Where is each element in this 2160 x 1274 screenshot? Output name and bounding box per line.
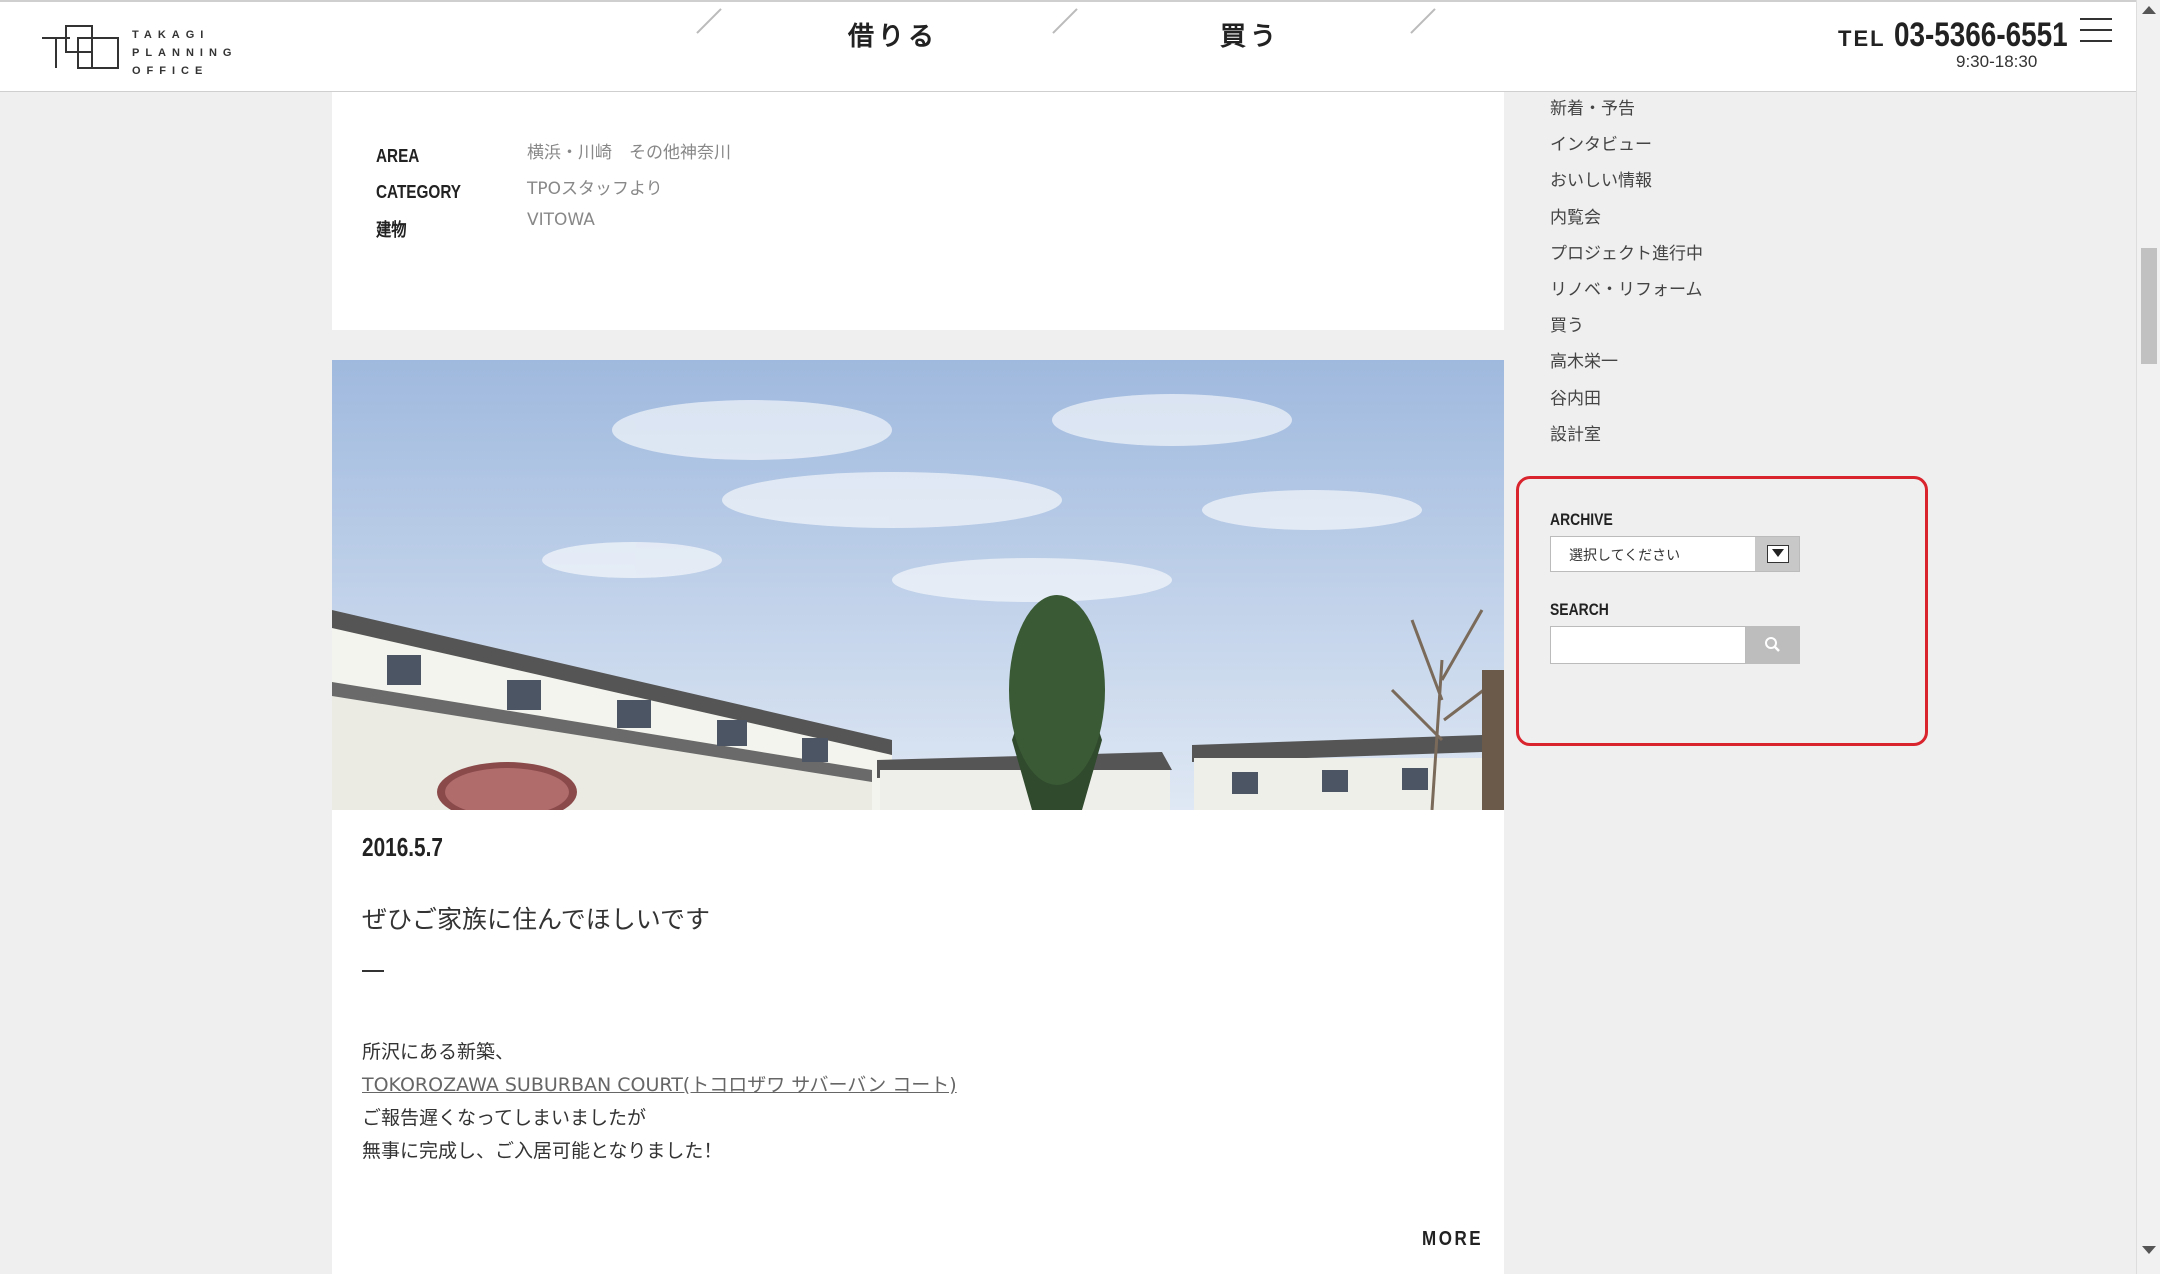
category-item[interactable]: 高木栄一 — [1550, 349, 1703, 385]
excerpt-line: 所沢にある新築、 — [362, 1041, 515, 1063]
category-item[interactable]: インタビュー — [1550, 132, 1703, 168]
nav-rent[interactable]: 借りる — [848, 16, 938, 53]
nav-divider — [1410, 8, 1436, 34]
archive-select[interactable]: 選択してください — [1550, 536, 1800, 572]
category-item[interactable]: リノベ・リフォーム — [1550, 277, 1703, 313]
title-divider — [362, 970, 384, 972]
more-link[interactable]: MORE — [1422, 1228, 1483, 1251]
tel-label: TEL — [1838, 26, 1886, 51]
category-label: CATEGORY — [376, 182, 462, 202]
nav-divider — [1052, 8, 1078, 34]
category-item[interactable]: おいしい情報 — [1550, 168, 1703, 204]
page-scrollbar[interactable] — [2136, 0, 2160, 1274]
category-item[interactable]: 設計室 — [1550, 422, 1703, 458]
property-link[interactable]: TOKOROZAWA SUBURBAN COURT(トコロザワ サバーバン コー… — [362, 1074, 957, 1096]
scroll-thumb[interactable] — [2141, 248, 2157, 364]
previous-post-card: AREA 横浜・川崎 その他神奈川 CATEGORY TPOスタッフより 建物 … — [332, 92, 1504, 330]
logo-line-1: TAKAGI — [132, 29, 210, 41]
search-label: SEARCH — [1550, 600, 1609, 619]
post-photo-illustration — [332, 360, 1504, 810]
archive-selected-value: 選択してください — [1569, 548, 1681, 564]
tel-hours: 9:30-18:30 — [1956, 52, 2038, 71]
category-value[interactable]: TPOスタッフより — [527, 174, 663, 199]
category-item[interactable]: 谷内田 — [1550, 386, 1703, 422]
category-item[interactable]: 新着・予告 — [1550, 96, 1703, 132]
search-input[interactable] — [1550, 626, 1746, 664]
site-logo[interactable]: TAKAGI PLANNING OFFICE — [40, 22, 231, 80]
post-image[interactable] — [332, 360, 1504, 810]
hamburger-menu-icon[interactable] — [2080, 18, 2112, 44]
category-item[interactable]: 内覧会 — [1550, 205, 1703, 241]
excerpt-line: ご報告遅くなってしまいましたが — [362, 1107, 647, 1129]
nav-buy[interactable]: 買う — [1220, 16, 1280, 53]
archive-label: ARCHIVE — [1550, 510, 1613, 529]
scroll-up-icon[interactable] — [2142, 6, 2156, 14]
area-label: AREA — [376, 146, 420, 166]
site-header: TAKAGI PLANNING OFFICE 借りる 買う TEL 03-536… — [0, 0, 2136, 92]
post-excerpt: 所沢にある新築、 TOKOROZAWA SUBURBAN COURT(トコロザワ… — [362, 1036, 957, 1168]
search-button[interactable] — [1746, 626, 1800, 664]
excerpt-line: 無事に完成し、ご入居可能となりました！ — [362, 1140, 723, 1162]
chevron-down-icon — [1772, 549, 1784, 557]
post-card: 2016.5.7 ぜひご家族に住んでほしいです 所沢にある新築、 TOKOROZ… — [332, 360, 1504, 1274]
post-date: 2016.5.7 — [362, 832, 443, 862]
logo-line-3: OFFICE — [132, 65, 209, 77]
post-title[interactable]: ぜひご家族に住んでほしいです — [362, 900, 710, 936]
tpo-logo-icon — [42, 25, 119, 69]
area-value[interactable]: 横浜・川崎 その他神奈川 — [527, 138, 731, 163]
dropdown-button[interactable] — [1755, 537, 1799, 571]
nav-divider — [696, 8, 722, 34]
tel-number[interactable]: 03-5366-6551 — [1894, 16, 2068, 55]
category-item[interactable]: プロジェクト進行中 — [1550, 241, 1703, 277]
logo-line-2: PLANNING — [132, 47, 238, 59]
building-label: 建物 — [376, 220, 407, 240]
building-value[interactable]: VITOWA — [527, 210, 595, 230]
search-icon — [1765, 637, 1780, 652]
logo-wordmark: TAKAGI PLANNING OFFICE — [132, 26, 237, 80]
category-item[interactable]: 買う — [1550, 313, 1703, 349]
category-list: 新着・予告 インタビュー おいしい情報 内覧会 プロジェクト進行中 リノベ・リフ… — [1550, 96, 1703, 458]
scroll-down-icon[interactable] — [2142, 1246, 2156, 1254]
